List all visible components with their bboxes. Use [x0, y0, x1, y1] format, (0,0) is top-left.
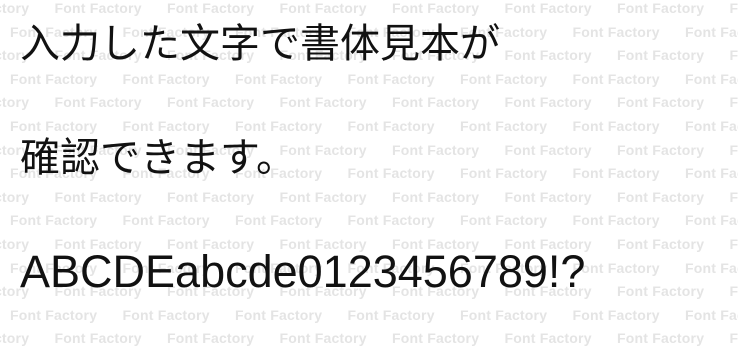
- watermark-text: Font Factory: [504, 188, 592, 205]
- sample-text-line-2: 確認できます。: [20, 135, 296, 181]
- watermark-text: Font Factory: [392, 188, 480, 205]
- watermark-text: Font Factory: [279, 141, 367, 158]
- watermark-row: Font Factory Font Factory Font Factory Font…: [10, 212, 738, 228]
- watermark-text: Font Factory: [279, 330, 367, 347]
- watermark-text: Font Factory: [54, 94, 142, 111]
- watermark-text: Font Factory: [729, 94, 738, 111]
- watermark-row: Font Factory Font Factory Font Factory Font…: [0, 94, 738, 110]
- watermark-text: Font Factory: [392, 94, 480, 111]
- watermark-text: Font Factory: [572, 306, 660, 323]
- watermark-text: Font Factory: [167, 330, 255, 347]
- watermark-text: Font Factory: [279, 94, 367, 111]
- watermark-text: Font Factory: [572, 70, 660, 87]
- watermark-text: Font Factory: [729, 0, 738, 16]
- watermark-text: Font Factory: [122, 306, 210, 323]
- watermark-text: Font Factory: [235, 212, 323, 229]
- sample-text-line-3: ABCDEabcde0123456789!?: [20, 246, 586, 297]
- watermark-text: Font Factory: [685, 70, 738, 87]
- watermark-text: Font Factory: [347, 118, 435, 134]
- watermark-text: Font Factory: [279, 188, 367, 205]
- watermark-text: Font Factory: [685, 212, 738, 229]
- watermark-row: Font Factory Font Factory Font Factory Font…: [0, 189, 738, 205]
- watermark-text: Font Factory: [572, 165, 660, 182]
- watermark-text: Font Factory: [729, 283, 738, 300]
- watermark-text: Font Factory: [460, 118, 548, 134]
- watermark-text: Font Factory: [617, 47, 705, 64]
- watermark-text: Font Factory: [167, 188, 255, 205]
- watermark-text: Font Factory: [54, 188, 142, 205]
- watermark-text: Font Factory: [572, 259, 660, 276]
- watermark-text: Font Factory: [0, 330, 30, 347]
- watermark-text: Font Factory: [10, 306, 98, 323]
- watermark-text: Font Factory: [504, 47, 592, 64]
- watermark-text: Font Factory: [617, 0, 705, 16]
- watermark-text: Font Factory: [617, 188, 705, 205]
- watermark-text: Font Factory: [460, 165, 548, 182]
- watermark-text: Font Factory: [617, 94, 705, 111]
- watermark-text: Font Factory: [235, 306, 323, 323]
- sample-text-line-1: 入力した文字で書体見本が: [20, 21, 500, 67]
- watermark-text: Font Factory: [460, 212, 548, 229]
- watermark-text: Font Factory: [392, 141, 480, 158]
- watermark-text: Font Factory: [572, 23, 660, 40]
- watermark-text: Font Factory: [729, 47, 738, 64]
- watermark-text: Font Factory: [392, 330, 480, 347]
- watermark-text: Font Factory: [685, 259, 738, 276]
- watermark-text: Font Factory: [617, 330, 705, 347]
- watermark-text: Font Factory: [167, 94, 255, 111]
- watermark-row: Font Factory Font Factory Font Factory Font…: [0, 330, 738, 346]
- watermark-text: Font Factory: [729, 188, 738, 205]
- watermark-text: Font Factory: [572, 212, 660, 229]
- watermark-text: Font Factory: [504, 94, 592, 111]
- watermark-text: Font Factory: [617, 283, 705, 300]
- watermark-text: Font Factory: [617, 236, 705, 252]
- watermark-text: Font Factory: [685, 306, 738, 323]
- watermark-text: Font Factory: [54, 330, 142, 347]
- watermark-text: Font Factory: [685, 165, 738, 182]
- watermark-text: Font Factory: [729, 330, 738, 347]
- watermark-text: Font Factory: [0, 188, 30, 205]
- watermark-text: Font Factory: [10, 212, 98, 229]
- watermark-text: Font Factory: [685, 118, 738, 134]
- watermark-text: Font Factory: [504, 0, 592, 16]
- watermark-text: Font Factory: [0, 94, 30, 111]
- watermark-text: Font Factory: [347, 165, 435, 182]
- watermark-text: Font Factory: [504, 330, 592, 347]
- watermark-text: Font Factory: [685, 23, 738, 40]
- watermark-text: Font Factory: [572, 118, 660, 134]
- watermark-text: Font Factory: [504, 141, 592, 158]
- watermark-text: Font Factory: [347, 212, 435, 229]
- watermark-text: Font Factory: [460, 306, 548, 323]
- watermark-text: Font Factory: [729, 141, 738, 158]
- watermark-text: Font Factory: [122, 212, 210, 229]
- watermark-text: Font Factory: [729, 236, 738, 252]
- watermark-row: Font Factory Font Factory Font Factory Font…: [10, 307, 738, 323]
- watermark-text: Font Factory: [347, 306, 435, 323]
- watermark-text: Font Factory: [617, 141, 705, 158]
